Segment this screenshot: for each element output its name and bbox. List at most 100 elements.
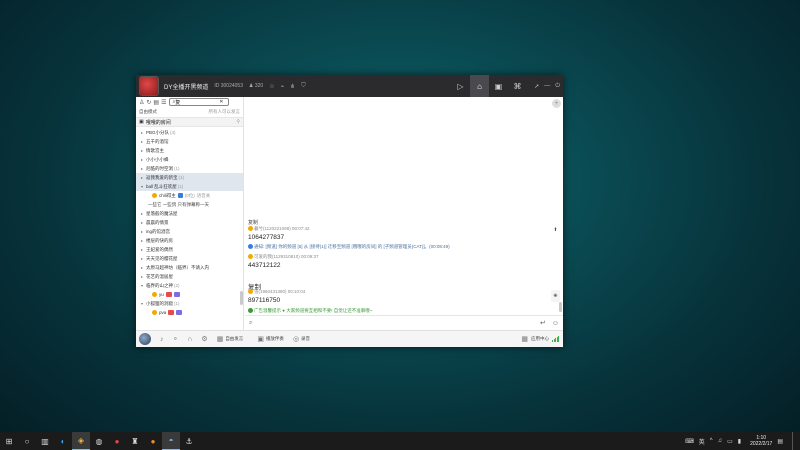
signal-icon[interactable]: ⌁ [281,83,285,90]
play-music-button[interactable]: 播放伴奏 [266,336,284,342]
channel-item[interactable]: ▸ 星落般的魔法屋 [136,209,243,218]
channel-item[interactable]: ▸ 晨晨的情景 [136,218,243,227]
home-icon[interactable]: ⌂ [470,75,489,97]
chat-area: + 复制 暮兮(1120221098) 00:07:42 1064277837 … [245,97,563,330]
clear-icon[interactable]: ✕ [219,99,223,105]
mode-label[interactable]: 自由模式 [139,109,157,115]
channel-item[interactable]: ▸ 小小小小蜂 [136,155,243,164]
battery-icon[interactable]: ▮ [738,438,741,445]
steam2-icon[interactable]: ◓ [162,432,180,450]
channel-item[interactable]: ▾ 临界的山之神 (2) [136,281,243,290]
save-icon[interactable]: ▤ [153,99,159,106]
channel-label: 花艺的温居屋 [146,273,173,279]
location-icon[interactable]: ⚲ [236,119,240,125]
enter-icon[interactable]: ↵ [540,319,546,327]
tray-chevron-icon[interactable]: ^ [710,438,713,444]
chat-scrollbar[interactable] [559,302,562,312]
show-desktop[interactable] [792,432,794,450]
star-icon[interactable]: ☆ [269,83,274,90]
emoji-icon[interactable]: ☺ [552,320,559,327]
my-avatar[interactable] [139,333,151,345]
channel-avatar[interactable] [139,76,159,96]
channel-count: (1) [178,175,185,180]
shield-icon[interactable]: ⛉ [301,83,306,90]
app-center-button[interactable]: 应用中心 [531,336,549,342]
ime-indicator[interactable]: 英 [699,437,705,446]
channel-item[interactable]: ▸ PBG小分队 (4) [136,128,243,137]
video-icon[interactable]: ▷ [451,75,470,97]
channel-item[interactable]: ▸ 天天见的樱花屋 [136,254,243,263]
channel-item[interactable]: ▸ 楼层的快的房 [136,236,243,245]
channel-item[interactable]: ▾ ball 乱斗狂欢屋 (1) [136,182,243,191]
channel-label: 情歌宫主 [146,147,164,153]
message-sender[interactable]: 可爱的我(1129310810) 00:09:37 [254,254,318,259]
help-icon[interactable]: ☰ [161,99,166,106]
steam-icon[interactable]: ◍ [90,432,108,450]
free-speak-button[interactable]: 自由发言 [225,336,243,342]
channel-item[interactable]: ▸ 太原马超神坊（临界）不请入内 [136,263,243,272]
notification-icon[interactable]: ▤ [777,438,783,445]
network-icon[interactable]: ▭ [727,438,733,445]
channel-item[interactable]: ▸ 情歌宫主 [136,146,243,155]
minimize-icon[interactable]: — [544,83,550,89]
pin-icon[interactable]: ⬆ [551,225,560,234]
arrow-icon[interactable]: ➚ [534,83,539,90]
channel-item[interactable]: ▸ 王妃爱的偶然 [136,245,243,254]
channel-user[interactable]: chili得主 (0位) 语音关 [136,191,243,200]
refresh-icon[interactable]: ↻ [146,99,151,106]
taskview-icon[interactable]: ▥ [36,432,54,450]
channel-item[interactable]: ▸ ing的馆酒宫 [136,227,243,236]
volume-icon[interactable]: ♫ [718,438,723,444]
gamepad-icon[interactable]: ⌘ [508,75,527,97]
system-tray: ⌨ 英 ^ ♫ ▭ ▮ 1:10 2022/2/17 ▤ [685,432,800,450]
clock[interactable]: 1:10 2022/2/17 [750,435,772,447]
message-sender[interactable]: 暮兮(1120221098) 00:07:42 [254,226,309,231]
record-button[interactable]: 录音 [301,336,310,342]
edge-icon[interactable]: ◐ [54,432,72,450]
user-name: yu [159,292,164,297]
mic-icon[interactable]: ⚬ [173,335,179,343]
search-circle-icon[interactable]: ○ [18,432,36,450]
keyboard-icon[interactable]: ⌨ [685,438,694,445]
gift-icon[interactable]: ❀ [551,290,560,302]
headphone-icon[interactable]: ∩ [187,336,192,343]
sidebar-scrollbar[interactable] [240,291,243,305]
channel-user[interactable]: yu [136,290,243,299]
message-input[interactable] [255,320,536,326]
anchor-icon[interactable]: ⚓ [180,432,198,450]
rank-badge-icon [176,310,183,315]
channel-count: (2) [174,283,180,288]
speaker-icon[interactable]: ♪ [160,336,164,343]
record-icon[interactable]: ◎ [293,335,299,343]
room-group[interactable]: ▣ 哦哦的房间 ⚲ [136,117,243,127]
windows-icon[interactable]: ⊞ [0,432,18,450]
channel-item[interactable]: ▸ 五千的酒馆 [136,137,243,146]
app-icon[interactable]: ♜ [126,432,144,450]
settings-icon[interactable]: ⚙ [201,335,207,343]
free-speak-icon[interactable]: ▦ [217,335,224,343]
tv-icon[interactable]: ▣ [489,75,508,97]
message-sender[interactable]: 雪(1960431380) 00:10:04 [254,289,305,294]
music-icon[interactable]: ▣ [257,335,264,343]
channel-item[interactable]: ▸ 花艺的温居屋 [136,272,243,281]
chat-message: 暮兮(1120221098) 00:07:42 1064277837 [248,226,309,241]
browser-icon[interactable]: ● [108,432,126,450]
copy-label[interactable]: 复制 [248,219,258,226]
power-icon[interactable]: ⏻ [555,83,560,90]
share-icon[interactable]: ⋔ [290,83,295,90]
channel-label: 星落般的魔法屋 [146,210,178,216]
channel-item[interactable]: ▾ 小狐狸的洞窟 (1) [136,299,243,308]
channel-label: ing的馆酒宫 [146,228,171,234]
channel-user[interactable]: pva [136,308,243,317]
channel-item[interactable]: ▸ 尼酷的时空洞 (1) [136,164,243,173]
title-bar: DY全播开黑频道 ID 30024053 ♟ 320 ☆ ⌁ ⋔ ⛉ ▷ ⌂ ▣… [136,75,563,97]
info-icon [248,244,253,250]
search-input[interactable] [175,99,220,105]
user-icon[interactable]: ♙ [139,99,144,106]
add-icon[interactable]: + [552,99,561,108]
channel-item[interactable]: ▸ 返我我爱的新宝 (1) [136,173,243,182]
orange-icon[interactable]: ● [144,432,162,450]
search-box[interactable]: ⌕ ✕ [169,98,230,106]
app-center-icon[interactable]: ▦ [521,335,528,343]
game-icon[interactable]: ◈ [72,432,90,450]
